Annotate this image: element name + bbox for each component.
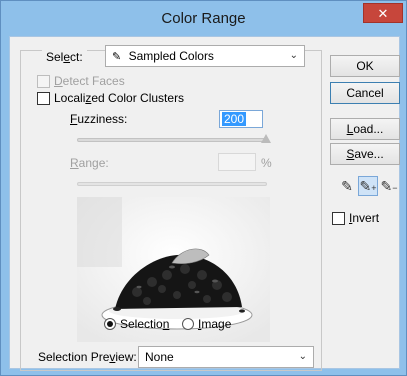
dialog-body: Select: ✎ Sampled Colors ⌄ Detect Faces … (9, 36, 400, 371)
close-button[interactable]: ✕ (363, 3, 403, 23)
fuzziness-label: Fuzziness: (70, 112, 128, 126)
localized-clusters-label: Localized Color Clusters (54, 91, 185, 105)
load-button[interactable]: Load... (330, 118, 400, 140)
localized-clusters-checkbox[interactable] (37, 92, 50, 105)
selection-preview-label: Selection Preview: (38, 350, 137, 364)
ok-button[interactable]: OK (330, 55, 400, 77)
invert-checkbox[interactable] (332, 212, 345, 225)
fuzziness-slider-thumb[interactable] (261, 134, 271, 143)
cancel-button[interactable]: Cancel (330, 82, 400, 104)
chevron-down-icon: ⌄ (298, 351, 307, 362)
range-unit: % (261, 156, 272, 170)
save-button[interactable]: Save... (330, 143, 400, 165)
range-input[interactable] (218, 153, 256, 171)
selection-preview-dropdown[interactable]: None ⌄ (138, 346, 314, 368)
selection-radio[interactable] (104, 318, 116, 330)
image-radio[interactable] (182, 318, 194, 330)
range-label: Range: (70, 156, 109, 170)
window-title: Color Range (161, 10, 246, 27)
image-radio-label: Image (198, 317, 232, 331)
eyedropper-minus-icon[interactable]: ✎− (379, 176, 399, 196)
detect-faces-label: Detect Faces (54, 74, 125, 88)
select-dropdown[interactable]: ✎ Sampled Colors ⌄ (105, 45, 305, 67)
fuzziness-slider-track[interactable] (77, 138, 267, 142)
chevron-down-icon: ⌄ (289, 50, 298, 61)
selection-radio-label: Selection (120, 317, 170, 331)
selection-preview-value: None (145, 350, 174, 364)
eyedropper-icon: ✎ (112, 51, 122, 63)
detect-faces-checkbox[interactable] (37, 75, 50, 88)
invert-label: Invert (349, 211, 380, 225)
dialog-window: Color Range ✕ Select: ✎ Sampled Colors ⌄… (0, 0, 407, 376)
title-bar[interactable]: Color Range ✕ (2, 2, 405, 36)
fuzziness-input[interactable]: 200 (219, 110, 263, 128)
range-slider-track (77, 182, 267, 186)
select-value: Sampled Colors (128, 49, 214, 63)
eyedropper-icon[interactable]: ✎ (337, 176, 357, 196)
select-label: Select: (42, 50, 87, 64)
eyedropper-plus-icon[interactable]: ✎+ (358, 176, 378, 196)
